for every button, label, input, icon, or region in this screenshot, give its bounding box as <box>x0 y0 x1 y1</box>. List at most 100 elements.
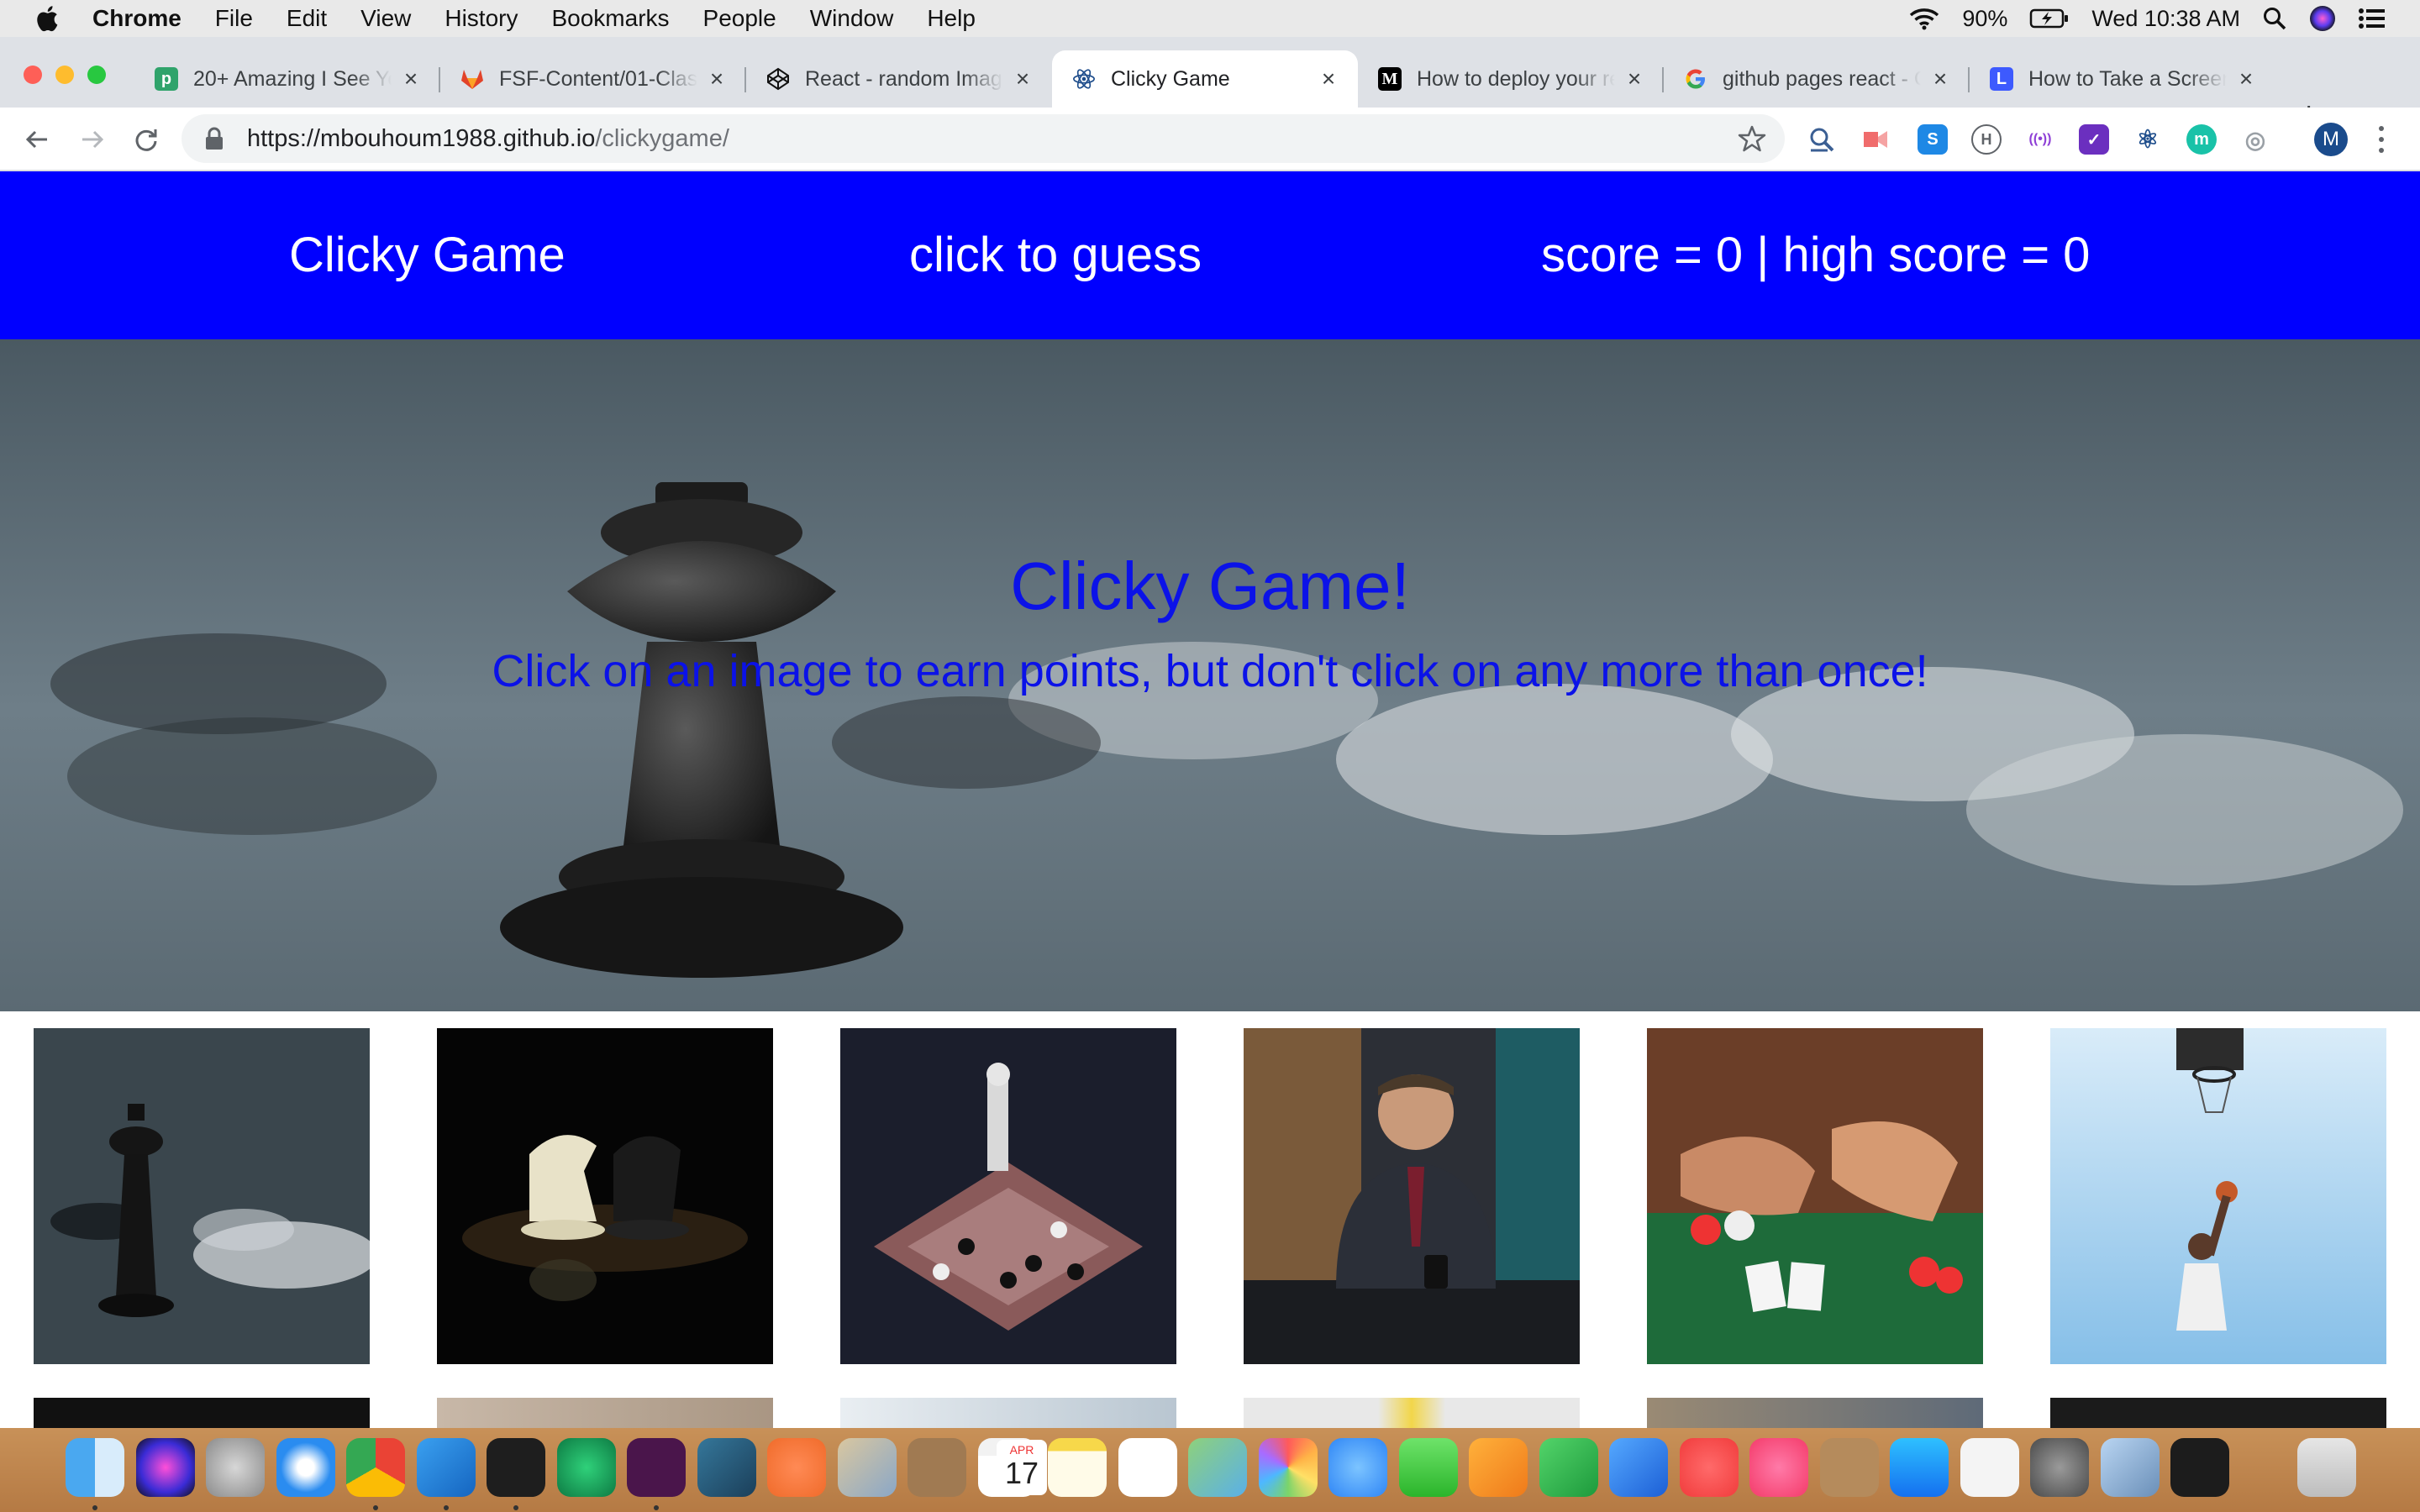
numbers-icon[interactable] <box>1539 1438 1598 1497</box>
tab-clicky-game[interactable]: Clicky Game × <box>1052 50 1358 108</box>
news-icon[interactable] <box>1680 1438 1739 1497</box>
calendar-day: 17 <box>1004 1456 1039 1490</box>
postman-icon[interactable] <box>767 1438 826 1497</box>
activity-monitor-icon[interactable] <box>2170 1438 2229 1497</box>
chess-king-card[interactable] <box>34 1028 370 1364</box>
trash-icon[interactable] <box>2297 1438 2356 1497</box>
wifi-icon[interactable] <box>1908 7 1940 30</box>
menu-history[interactable]: History <box>445 5 518 32</box>
keynote-icon[interactable] <box>1609 1438 1668 1497</box>
maps-icon[interactable] <box>1188 1438 1247 1497</box>
preview-icon[interactable] <box>2101 1438 2160 1497</box>
tab-google-search[interactable]: github pages react - Google × <box>1664 50 1970 108</box>
tab-deploy-react-app[interactable]: M How to deploy your react app × <box>1358 50 1664 108</box>
video-extension-icon[interactable] <box>1860 124 1891 155</box>
messages-icon[interactable] <box>1328 1438 1387 1497</box>
card-8[interactable] <box>437 1398 773 1428</box>
photos-icon[interactable] <box>1259 1438 1318 1497</box>
spotlight-search-icon[interactable] <box>2262 6 2287 31</box>
podcasts-icon[interactable] <box>1820 1438 1879 1497</box>
card-7[interactable] <box>34 1398 370 1428</box>
check-extension-icon[interactable]: ✓ <box>2079 124 2109 155</box>
launchpad-icon[interactable] <box>206 1438 265 1497</box>
card-12[interactable] <box>2050 1398 2386 1428</box>
menu-help[interactable]: Help <box>927 5 976 32</box>
tab-screenshot-howto[interactable]: L How to Take a Screenshot × <box>1970 50 2275 108</box>
chess-board-card[interactable] <box>840 1028 1176 1364</box>
skype-extension-icon[interactable]: S <box>1918 124 1948 155</box>
forward-button[interactable] <box>76 123 109 156</box>
close-window-button[interactable] <box>24 66 42 84</box>
system-preferences-icon[interactable] <box>2030 1438 2089 1497</box>
tab-react-random-image[interactable]: React - random Image × <box>746 50 1052 108</box>
facetime-icon[interactable] <box>1399 1438 1458 1497</box>
finder-icon[interactable] <box>66 1438 124 1497</box>
react-devtools-extension-icon[interactable]: ⚛ <box>2133 124 2163 155</box>
lock-icon[interactable] <box>203 126 225 151</box>
skype-extension-label: S <box>1927 129 1939 149</box>
contacts-icon[interactable] <box>908 1438 966 1497</box>
tab-close-icon[interactable]: × <box>1623 66 1645 92</box>
vscode-icon[interactable] <box>417 1438 476 1497</box>
broadcast-extension-icon[interactable]: ((•)) <box>2025 124 2055 155</box>
tab-close-icon[interactable]: × <box>400 66 422 92</box>
reminders-icon[interactable] <box>1118 1438 1177 1497</box>
tab-fsf-content[interactable]: FSF-Content/01-Class-Content × <box>440 50 746 108</box>
reload-button[interactable] <box>129 123 163 156</box>
card-11[interactable] <box>1647 1398 1983 1428</box>
tab-title: FSF-Content/01-Class-Content <box>499 66 697 91</box>
textedit-icon[interactable] <box>1960 1438 2019 1497</box>
card-10[interactable] <box>1244 1398 1580 1428</box>
mail-stamp-icon[interactable] <box>838 1438 897 1497</box>
siri-icon[interactable] <box>136 1438 195 1497</box>
menu-file[interactable]: File <box>215 5 253 32</box>
reload-icon <box>135 129 157 151</box>
menu-edit[interactable]: Edit <box>287 5 327 32</box>
menu-window[interactable]: Window <box>810 5 894 32</box>
tab-close-icon[interactable]: × <box>2235 66 2257 92</box>
fullscreen-window-button[interactable] <box>87 66 106 84</box>
pages-icon[interactable] <box>1469 1438 1528 1497</box>
menu-bookmarks[interactable]: Bookmarks <box>551 5 669 32</box>
music-icon[interactable] <box>1749 1438 1808 1497</box>
gitlab-favicon-icon <box>460 67 484 91</box>
circle-extension-icon[interactable]: ◎ <box>2240 124 2270 155</box>
brand-title[interactable]: Clicky Game <box>289 227 566 283</box>
h-extension-icon[interactable]: H <box>1971 124 2002 155</box>
tab-close-icon[interactable]: × <box>1929 66 1951 92</box>
basketball-card[interactable] <box>2050 1028 2386 1364</box>
m-extension-icon[interactable]: m <box>2186 124 2217 155</box>
lens-extension-icon[interactable] <box>1807 124 1837 155</box>
chrome-icon[interactable] <box>346 1438 405 1497</box>
safari-icon[interactable] <box>276 1438 335 1497</box>
businessman-card[interactable] <box>1244 1028 1580 1364</box>
profile-avatar[interactable]: M <box>2314 123 2348 156</box>
chrome-menu-icon[interactable] <box>2376 123 2386 156</box>
app-store-icon[interactable] <box>1890 1438 1949 1497</box>
slack-icon[interactable] <box>627 1438 686 1497</box>
tab-memes[interactable]: p 20+ Amazing I See You Memes × <box>134 50 440 108</box>
apple-menu-icon[interactable] <box>34 3 64 34</box>
back-button[interactable] <box>20 123 54 156</box>
battery-charging-icon[interactable] <box>2029 8 2070 29</box>
mysql-workbench-icon[interactable] <box>697 1438 756 1497</box>
bookmark-star-icon[interactable] <box>1738 124 1766 153</box>
notes-icon[interactable] <box>1048 1438 1107 1497</box>
poker-table-card[interactable] <box>1647 1028 1983 1364</box>
menu-app-name[interactable]: Chrome <box>92 5 182 32</box>
hero-jumbotron: Clicky Game! Click on an image to earn p… <box>0 339 2420 1011</box>
tab-close-icon[interactable]: × <box>706 66 728 92</box>
menubar-clock[interactable]: Wed 10:38 AM <box>2091 6 2240 32</box>
address-bar[interactable]: https://mbouhoum1988.github.io/clickygam… <box>182 114 1785 163</box>
terminal-icon[interactable] <box>487 1438 545 1497</box>
tab-close-icon[interactable]: × <box>1012 66 1034 92</box>
tab-close-icon[interactable]: × <box>1318 66 1339 92</box>
menu-people[interactable]: People <box>703 5 776 32</box>
menu-view[interactable]: View <box>360 5 411 32</box>
siri-icon[interactable] <box>2309 5 2336 32</box>
card-9[interactable] <box>840 1398 1176 1428</box>
chess-knights-card[interactable] <box>437 1028 773 1364</box>
notification-center-icon[interactable] <box>2358 7 2386 30</box>
git-client-icon[interactable] <box>557 1438 616 1497</box>
minimize-window-button[interactable] <box>55 66 74 84</box>
